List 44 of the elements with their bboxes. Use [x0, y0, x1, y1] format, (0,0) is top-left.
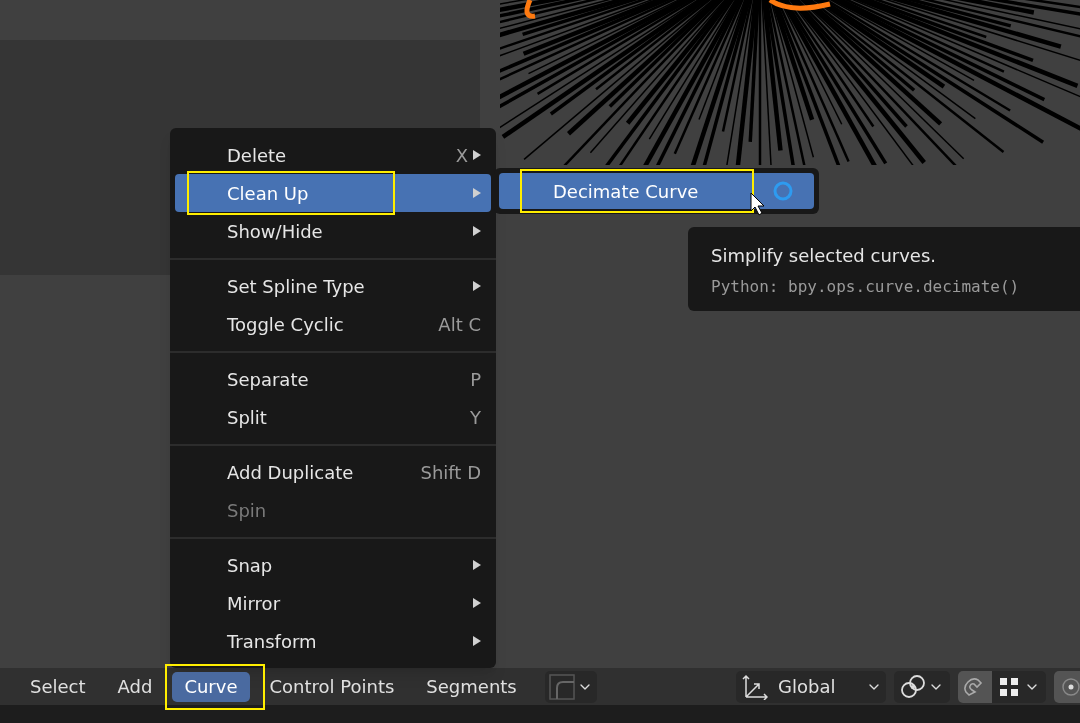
grid-icon	[998, 675, 1020, 698]
submenu-arrow-icon	[472, 188, 481, 198]
proportional-edit-toggle[interactable]	[1054, 670, 1080, 703]
loading-ring-icon	[772, 180, 794, 202]
tooltip-python-path: Python: bpy.ops.curve.decimate()	[711, 276, 1021, 298]
menu-item[interactable]: Split Y	[175, 398, 491, 436]
menu-item[interactable]: Delete X	[175, 136, 491, 174]
header-menu[interactable]: Select	[18, 671, 98, 702]
menu-item[interactable]: Clean Up	[175, 174, 491, 212]
menu-item[interactable]: Set Spline Type	[175, 267, 491, 305]
header-menu[interactable]: Add	[105, 671, 165, 702]
submenu-arrow-icon	[472, 560, 481, 570]
shortcut-label: Y	[470, 405, 481, 430]
submenu-arrow-icon	[472, 636, 481, 646]
menu-item[interactable]: Separate P	[175, 360, 491, 398]
header-menu[interactable]: Segments	[414, 671, 529, 702]
curve-corner-icon	[548, 673, 575, 700]
header-menu[interactable]: Control Points	[257, 671, 407, 702]
menu-item[interactable]: Mirror	[175, 584, 491, 622]
menu-item[interactable]: Show/Hide	[175, 212, 491, 250]
submenu-arrow-icon	[472, 281, 481, 291]
pivot-dropdown[interactable]	[894, 670, 950, 703]
shortcut-label: X	[455, 143, 468, 168]
snap-target-dropdown[interactable]	[992, 670, 1046, 703]
tooltip-description: Simplify selected curves.	[711, 244, 938, 268]
submenu-arrow-icon	[472, 226, 481, 236]
curve-type-dropdown[interactable]	[544, 670, 597, 703]
shortcut-label: P	[470, 367, 481, 392]
shortcut-label: Alt C	[438, 312, 481, 337]
orientation-value: Global	[778, 675, 837, 699]
menu-item[interactable]: Transform	[175, 622, 491, 660]
submenu-arrow-icon	[472, 150, 481, 160]
menu-item[interactable]: Decimate Curve	[499, 173, 814, 209]
mouse-cursor-icon	[750, 192, 766, 216]
snap-toggle[interactable]	[958, 670, 992, 703]
menu-item[interactable]: Add Duplicate Shift D	[175, 453, 491, 491]
submenu-arrow-icon	[472, 598, 481, 608]
axes-icon	[742, 673, 768, 700]
linked-rings-icon	[900, 673, 926, 700]
orientation-dropdown[interactable]: Global	[736, 670, 886, 703]
header-menu[interactable]: Curve	[172, 671, 250, 702]
menu-item[interactable]: Snap	[175, 546, 491, 584]
menu-item[interactable]: Toggle Cyclic Alt C	[175, 305, 491, 343]
shortcut-label: Shift D	[420, 460, 481, 485]
